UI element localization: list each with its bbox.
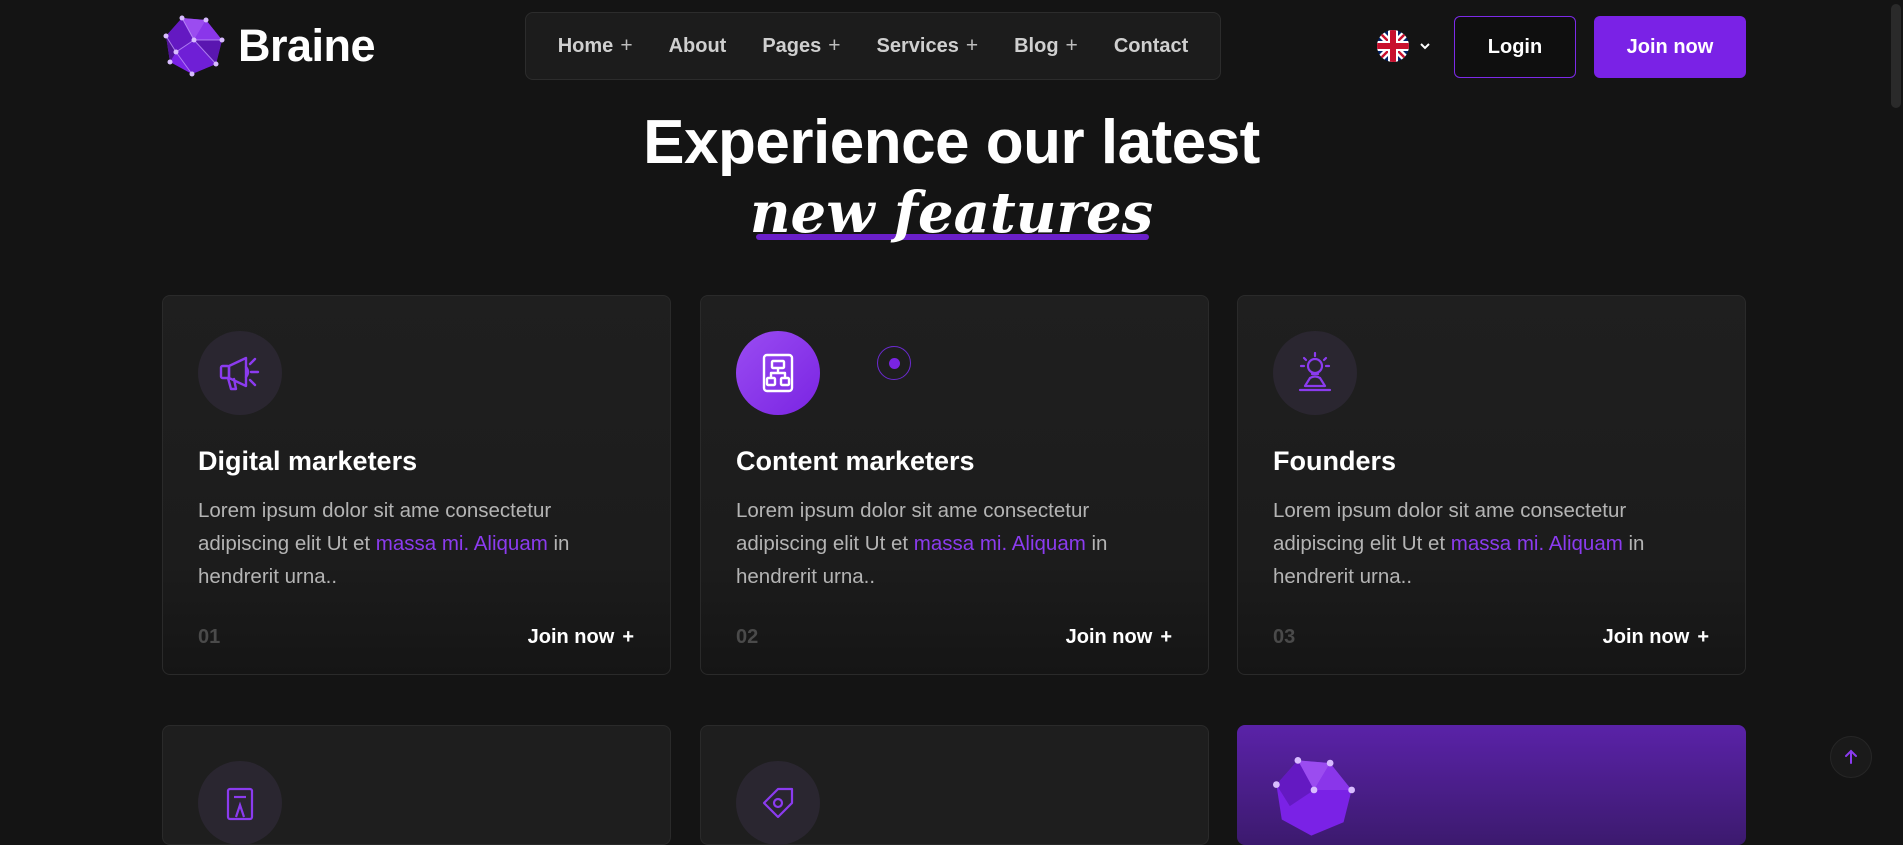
join-now-button[interactable]: Join now: [1594, 16, 1746, 78]
card-number: 03: [1273, 626, 1296, 648]
card-icon-wrap: [736, 331, 820, 415]
card-link-label: Join now: [1065, 626, 1153, 648]
nav-blog[interactable]: Blog +: [1014, 34, 1078, 58]
nav-about-label: About: [668, 34, 727, 57]
logo-polyhedron-icon: [1273, 757, 1355, 836]
section-heading: Experience our latest new features: [0, 108, 1903, 250]
plus-icon: +: [1697, 626, 1709, 648]
plus-icon: +: [965, 34, 979, 57]
login-button[interactable]: Login: [1454, 16, 1576, 78]
nav-services-label: Services: [876, 34, 959, 57]
card-title: Content marketers: [736, 446, 975, 476]
plus-icon: +: [828, 34, 841, 57]
nav-about[interactable]: About: [669, 35, 727, 58]
logo-polyhedron-icon: [163, 15, 225, 77]
page-scrollbar[interactable]: [1889, 0, 1903, 819]
card-icon-wrap: [736, 761, 820, 845]
decorative-dot: [877, 346, 911, 380]
nav-services[interactable]: Services +: [877, 34, 979, 58]
chevron-down-icon: [1420, 43, 1430, 50]
card-icon-wrap: [198, 331, 282, 415]
scroll-to-top-button[interactable]: [1830, 736, 1872, 778]
card-join-link[interactable]: Join now +: [1066, 626, 1172, 649]
arrow-up-icon: [1845, 749, 1857, 764]
feature-card-5: [700, 725, 1209, 845]
card-join-link[interactable]: Join now +: [528, 626, 634, 649]
nav-contact[interactable]: Contact: [1114, 35, 1188, 58]
plus-icon: +: [1160, 626, 1172, 648]
card-description: Lorem ipsum dolor sit ame consectetur ad…: [1273, 494, 1693, 593]
idea-person-icon: [1298, 351, 1332, 392]
feature-card-2: Content marketers Lorem ipsum dolor sit …: [700, 295, 1209, 675]
brand-name: Braine: [238, 20, 376, 71]
heading-line-1: Experience our latest: [643, 108, 1260, 177]
card-description: Lorem ipsum dolor sit ame consectetur ad…: [198, 494, 618, 593]
plus-icon: +: [622, 626, 634, 648]
main-nav: Home + About Pages + Services + Blog + Conta…: [525, 12, 1221, 80]
nav-pages-label: Pages: [762, 34, 822, 57]
nav-pages[interactable]: Pages +: [762, 34, 840, 58]
card-link-label: Join now: [527, 626, 615, 648]
megaphone-icon: [219, 356, 260, 391]
card-icon-wrap: [1273, 331, 1357, 415]
feature-card-highlight: [1237, 725, 1746, 845]
heading-line-2: new features: [749, 180, 1154, 246]
card-desc-highlight: massa mi. Aliquam: [913, 532, 1086, 555]
design-tool-icon: [226, 787, 254, 821]
card-title: Founders: [1273, 446, 1397, 476]
plus-icon: +: [1065, 34, 1078, 57]
heading-line-2-wrap: new features: [750, 176, 1153, 250]
card-number: 01: [198, 626, 221, 648]
plus-icon: +: [620, 34, 633, 57]
card-number: 02: [736, 626, 759, 648]
uk-flag-icon: [1377, 30, 1409, 62]
nav-blog-label: Blog: [1014, 34, 1059, 57]
nav-contact-label: Contact: [1113, 34, 1189, 57]
feature-card-4: [162, 725, 671, 845]
nav-home[interactable]: Home +: [558, 34, 633, 58]
brand-logo[interactable]: Braine: [162, 14, 376, 78]
card-description: Lorem ipsum dolor sit ame consectetur ad…: [736, 494, 1156, 593]
feature-card-3: Founders Lorem ipsum dolor sit ame conse…: [1237, 295, 1746, 675]
language-selector[interactable]: [1376, 29, 1432, 63]
card-desc-highlight: massa mi. Aliquam: [1450, 532, 1623, 555]
scrollbar-thumb[interactable]: [1891, 4, 1901, 108]
flowchart-icon: [762, 353, 794, 393]
card-title: Digital marketers: [198, 446, 418, 476]
card-desc-highlight: massa mi. Aliquam: [375, 532, 548, 555]
nav-home-label: Home: [557, 34, 614, 57]
feature-card-1: Digital marketers Lorem ipsum dolor sit …: [162, 295, 671, 675]
card-icon-wrap: [198, 761, 282, 845]
card-join-link[interactable]: Join now +: [1603, 626, 1709, 649]
tag-icon: [762, 787, 794, 819]
card-link-label: Join now: [1602, 626, 1690, 648]
